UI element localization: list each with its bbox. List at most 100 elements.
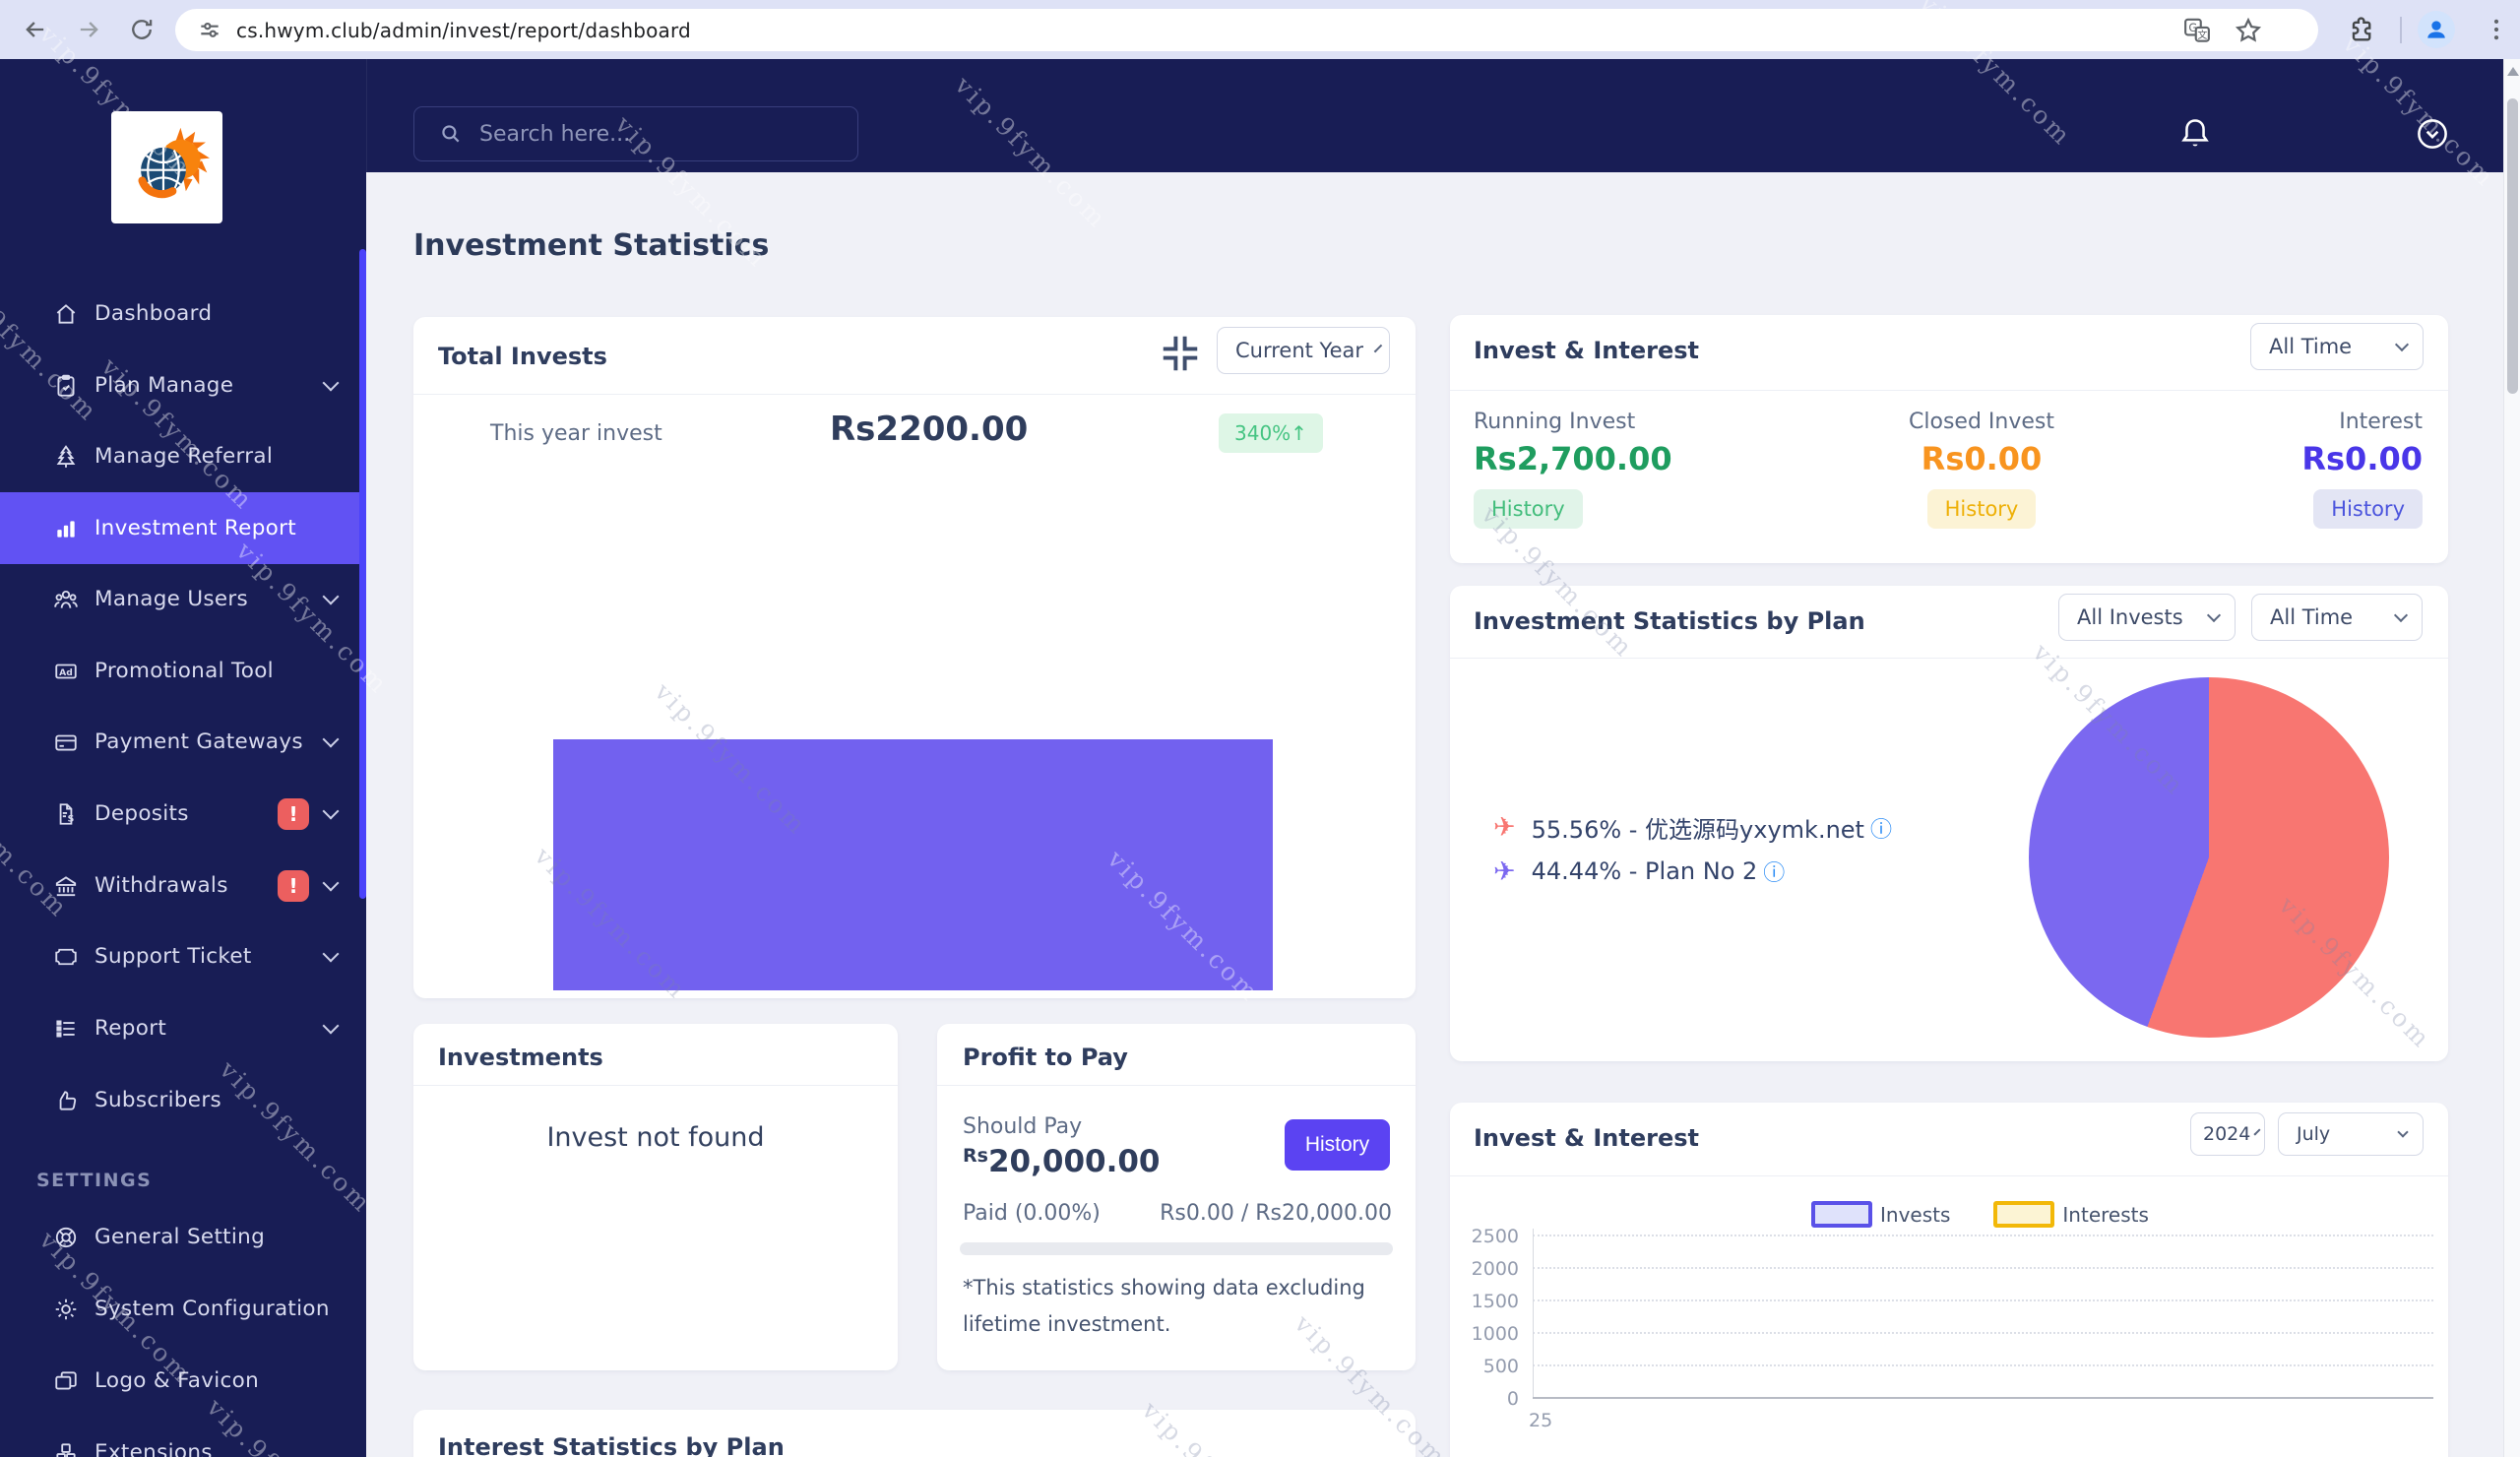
url-bar[interactable]: cs.hwym.club/admin/invest/report/dashboa… xyxy=(175,9,2318,51)
divider xyxy=(1450,390,2448,391)
toolbar-separator xyxy=(2400,17,2402,43)
profile-avatar[interactable] xyxy=(2418,11,2455,48)
chevron-down-icon xyxy=(1373,344,1383,353)
sidebar-item-promotional-tool[interactable]: Ad Promotional Tool xyxy=(0,635,366,707)
plan-time-filter-select[interactable]: All Time xyxy=(2251,594,2423,641)
thumb-up-icon xyxy=(59,1090,77,1110)
history-link[interactable]: History xyxy=(1926,489,2037,529)
sidebar-item-plan-manage[interactable]: Plan Manage xyxy=(0,349,366,421)
plan-pie-chart[interactable] xyxy=(2029,677,2389,1038)
sidebar-item-label: Subscribers xyxy=(94,1088,221,1112)
sidebar-item-system-configuration[interactable]: System Configuration xyxy=(0,1273,366,1345)
column-label: Interest xyxy=(2339,410,2423,434)
browser-forward-icon[interactable] xyxy=(75,16,102,43)
legend-label[interactable]: Invests xyxy=(1880,1203,1950,1227)
sidebar-item-withdrawals[interactable]: Withdrawals ! xyxy=(0,850,366,921)
profit-history-button[interactable]: History xyxy=(1285,1119,1390,1171)
collapse-icon[interactable] xyxy=(1158,331,1203,380)
page-scrollbar[interactable] xyxy=(2503,59,2520,1457)
search-icon xyxy=(442,125,460,143)
sidebar-item-dashboard[interactable]: Dashboard xyxy=(0,278,366,349)
history-link[interactable]: History xyxy=(2313,489,2423,529)
scroll-up-arrow[interactable] xyxy=(2507,67,2519,76)
interests-swatch[interactable] xyxy=(1993,1201,2055,1228)
sidebar-item-label: Investment Report xyxy=(94,516,296,540)
x-tick: 25 xyxy=(1529,1410,1553,1431)
sidebar-item-support-ticket[interactable]: Support Ticket xyxy=(0,920,366,992)
browser-back-icon[interactable] xyxy=(22,16,49,43)
notifications-bell-icon[interactable] xyxy=(2176,115,2214,157)
info-icon[interactable]: ⓘ xyxy=(1763,855,1785,887)
y-tick: 2000 xyxy=(1471,1258,1519,1280)
svg-text:G: G xyxy=(2188,21,2197,33)
sidebar: Dashboard Plan Manage Manage Referral In… xyxy=(0,59,366,1457)
chevron-down-icon xyxy=(2253,1128,2261,1136)
sidebar-item-subscribers[interactable]: Subscribers xyxy=(0,1064,366,1136)
invests-swatch[interactable] xyxy=(1811,1201,1872,1228)
invest-bar[interactable] xyxy=(553,739,1273,990)
column-label: Running Invest xyxy=(1474,410,1636,434)
total-invests-card: Total Invests Current Year This year inv… xyxy=(413,317,1416,998)
paid-progress-bar xyxy=(960,1242,1393,1255)
sidebar-item-payment-gateways[interactable]: Payment Gateways xyxy=(0,706,366,778)
translate-icon[interactable]: G 文 xyxy=(2182,16,2212,45)
brand-logo[interactable] xyxy=(111,111,222,223)
chevron-down-icon xyxy=(322,1017,340,1034)
scrollbar-thumb[interactable] xyxy=(2507,98,2518,394)
ad-icon: Ad xyxy=(55,664,77,678)
chevron-down-icon xyxy=(2206,607,2222,623)
browser-reload-icon[interactable] xyxy=(128,16,156,43)
sidebar-item-logo-favicon[interactable]: Logo & Favicon xyxy=(0,1345,366,1417)
info-icon[interactable]: ⓘ xyxy=(1870,812,1892,844)
home-icon xyxy=(56,303,76,324)
user-menu-chevron-icon[interactable] xyxy=(2414,115,2451,157)
this-year-invest-label: This year invest xyxy=(490,421,662,446)
sidebar-item-manage-referral[interactable]: Manage Referral xyxy=(0,420,366,492)
sidebar-item-label: System Configuration xyxy=(94,1297,330,1321)
column-value: Rs0.00 xyxy=(1921,440,2043,477)
paid-value: Rs0.00 / Rs20,000.00 xyxy=(1160,1201,1392,1226)
sidebar-scrollbar-thumb[interactable] xyxy=(359,249,366,899)
chevron-down-icon xyxy=(2394,337,2410,352)
extensions-puzzle-icon[interactable] xyxy=(2347,15,2374,42)
search-input[interactable]: Search here... xyxy=(413,106,858,161)
y-tick: 1500 xyxy=(1471,1291,1519,1312)
sidebar-item-extensions[interactable]: Extensions xyxy=(0,1417,366,1457)
card-title: Invest & Interest xyxy=(1474,337,1699,364)
sidebar-item-investment-report[interactable]: Investment Report xyxy=(0,492,366,564)
lifebuoy-icon xyxy=(55,1227,77,1247)
site-settings-icon[interactable] xyxy=(197,18,222,43)
sidebar-item-label: General Setting xyxy=(94,1225,266,1249)
pie-legend-item: ✈ 55.56% - 优选源码yxymk.net ⓘ xyxy=(1493,810,1892,845)
browser-menu-kebab-icon[interactable] xyxy=(2483,16,2510,43)
should-pay-label: Should Pay xyxy=(963,1114,1083,1139)
gridline xyxy=(1533,1364,2433,1366)
card-title: Interest Statistics by Plan xyxy=(438,1433,785,1457)
invest-interest-monthly-card: Invest & Interest 2024 July Invests Inte… xyxy=(1450,1103,2448,1457)
sidebar-item-label: Payment Gateways xyxy=(94,729,303,754)
legend-label[interactable]: Interests xyxy=(2062,1203,2149,1227)
sidebar-item-general-setting[interactable]: General Setting xyxy=(0,1201,366,1273)
total-invests-period-select[interactable]: Current Year xyxy=(1217,327,1390,374)
divider xyxy=(1450,1175,2448,1176)
investments-card: Investments Invest not found xyxy=(413,1024,898,1370)
divider xyxy=(937,1085,1416,1086)
invest-interest-period-select[interactable]: All Time xyxy=(2250,323,2424,370)
invest-interest-card: Invest & Interest All Time Running Inves… xyxy=(1450,315,2448,563)
sidebar-item-label: Report xyxy=(94,1016,167,1041)
sidebar-item-manage-users[interactable]: Manage Users xyxy=(0,563,366,635)
url-text[interactable]: cs.hwym.club/admin/invest/report/dashboa… xyxy=(236,19,691,42)
sidebar-item-label: Manage Referral xyxy=(94,444,274,469)
sidebar-item-deposits[interactable]: $ Deposits ! xyxy=(0,778,366,850)
chevron-down-icon xyxy=(2397,1126,2409,1138)
sidebar-item-report[interactable]: Report xyxy=(0,992,366,1064)
card-title: Investment Statistics by Plan xyxy=(1474,607,1865,635)
month-select[interactable]: July xyxy=(2278,1112,2424,1156)
y-tick: 1000 xyxy=(1471,1323,1519,1345)
plan-invest-filter-select[interactable]: All Invests xyxy=(2058,594,2236,641)
svg-text:文: 文 xyxy=(2197,28,2207,40)
bookmark-star-icon[interactable] xyxy=(2234,16,2263,45)
year-select[interactable]: 2024 xyxy=(2190,1112,2265,1156)
history-link[interactable]: History xyxy=(1474,489,1583,529)
chevron-down-icon xyxy=(322,945,340,962)
